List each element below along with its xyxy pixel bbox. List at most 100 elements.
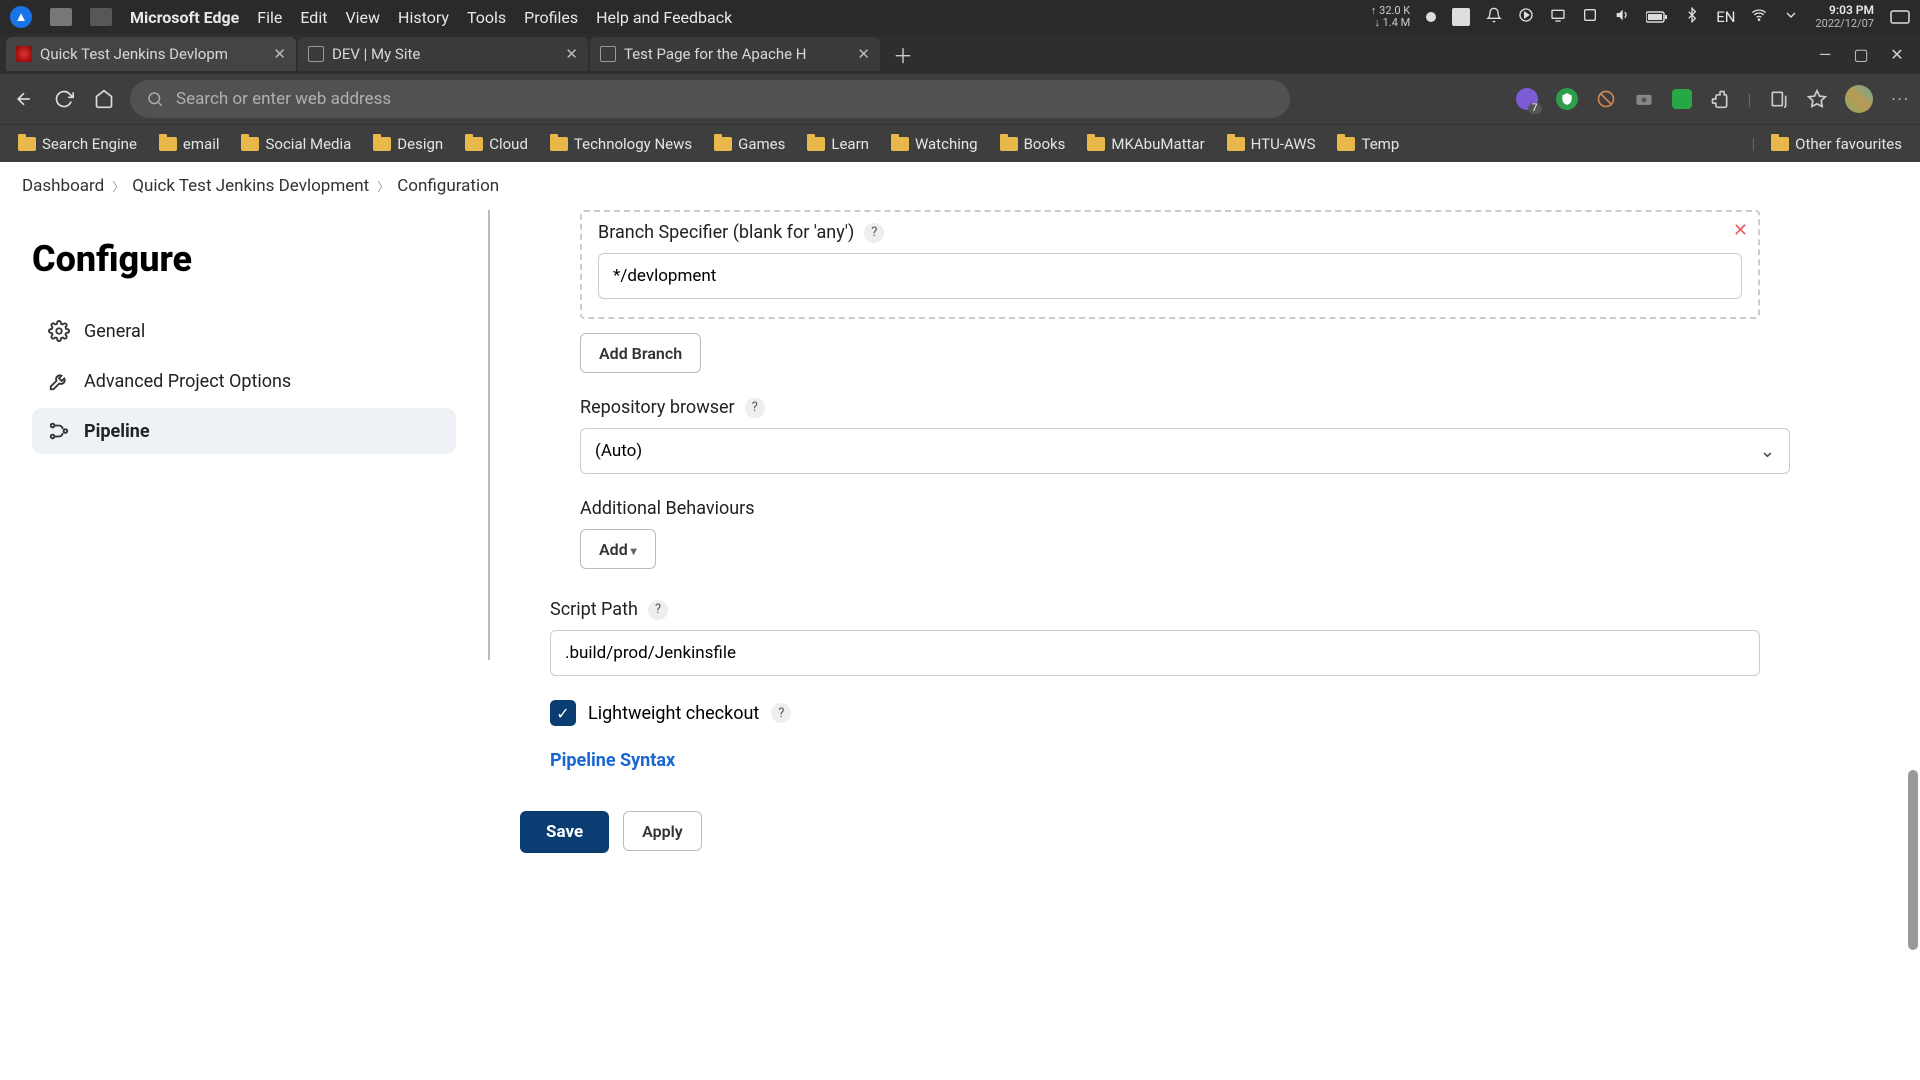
collections-button[interactable] (1769, 89, 1789, 109)
tab-title: DEV | My Site (332, 45, 557, 63)
search-icon (146, 90, 164, 108)
bookmark-learn[interactable]: Learn (801, 131, 875, 157)
repo-browser-select[interactable]: (Auto) ⌄ (580, 428, 1790, 474)
apply-button[interactable]: Apply (623, 811, 702, 851)
sidebar-item-pipeline[interactable]: Pipeline (32, 408, 456, 454)
chevron-down-icon: ⌄ (1760, 441, 1775, 462)
pipeline-syntax-link[interactable]: Pipeline Syntax (550, 750, 675, 771)
new-tab-button[interactable]: ＋ (888, 39, 918, 69)
close-icon[interactable]: ✕ (273, 45, 286, 63)
menu-tools[interactable]: Tools (467, 8, 506, 27)
bookmark-social-media[interactable]: Social Media (235, 131, 357, 157)
refresh-button[interactable] (50, 85, 78, 113)
maximize-button[interactable]: ▢ (1846, 40, 1876, 68)
folder-icon (159, 137, 177, 151)
favorites-button[interactable] (1807, 89, 1827, 109)
bookmark-technology-news[interactable]: Technology News (544, 131, 698, 157)
extension-green-icon[interactable] (1672, 89, 1692, 109)
page-favicon-icon (308, 46, 324, 62)
tray-icon[interactable] (1582, 7, 1598, 27)
bookmark-temp[interactable]: Temp (1331, 131, 1405, 157)
branch-specifier-input[interactable] (598, 253, 1742, 299)
app-name: Microsoft Edge (130, 8, 239, 27)
bookmark-htu-aws[interactable]: HTU-AWS (1221, 131, 1322, 157)
extension-camera-icon[interactable] (1634, 89, 1654, 109)
minimize-button[interactable]: — (1810, 40, 1840, 68)
tab-apache[interactable]: Test Page for the Apache H ✕ (590, 37, 880, 71)
address-bar[interactable]: Search or enter web address (130, 80, 1290, 118)
jenkins-favicon-icon (16, 46, 32, 62)
notifications-icon[interactable] (1486, 7, 1502, 27)
extension-badge: 7 (1528, 103, 1542, 114)
save-button[interactable]: Save (520, 811, 609, 853)
app-logo-icon: ▲ (10, 6, 32, 28)
page-favicon-icon (600, 46, 616, 62)
bookmark-books[interactable]: Books (994, 131, 1072, 157)
folder-icon (714, 137, 732, 151)
help-icon[interactable]: ? (745, 398, 765, 418)
sidebar-item-advanced[interactable]: Advanced Project Options (32, 358, 456, 404)
script-path-input[interactable] (550, 630, 1760, 676)
browser-toolbar: Search or enter web address 7 | ··· (0, 74, 1920, 124)
input-lang[interactable]: EN (1716, 8, 1735, 26)
tray-square-icon[interactable] (1452, 8, 1470, 26)
wrench-icon (48, 370, 70, 392)
menu-history[interactable]: History (398, 8, 449, 27)
extension-shield-icon[interactable] (1556, 88, 1578, 110)
tab-dev-mysite[interactable]: DEV | My Site ✕ (298, 37, 588, 71)
help-icon[interactable]: ? (771, 703, 791, 723)
menu-file[interactable]: File (257, 8, 282, 27)
additional-behaviours-label: Additional Behaviours (580, 498, 755, 519)
close-icon[interactable]: ✕ (565, 45, 578, 63)
more-button[interactable]: ··· (1891, 90, 1910, 109)
extensions-button[interactable] (1710, 89, 1730, 109)
extension-rewards-icon[interactable]: 7 (1516, 88, 1538, 110)
menu-view[interactable]: View (345, 8, 380, 27)
bookmarks-bar: Search Engine email Social Media Design … (0, 124, 1920, 162)
bookmark-games[interactable]: Games (708, 131, 791, 157)
profile-avatar[interactable] (1845, 85, 1873, 113)
sidebar-item-general[interactable]: General (32, 308, 456, 354)
bookmark-mkabumattar[interactable]: MKAbuMattar (1081, 131, 1210, 157)
help-icon[interactable]: ? (864, 223, 884, 243)
extension-adblock-icon[interactable] (1596, 89, 1616, 109)
tree-line (488, 210, 490, 660)
wifi-icon[interactable] (1751, 7, 1767, 27)
close-icon[interactable]: ✕ (857, 45, 870, 63)
home-button[interactable] (90, 85, 118, 113)
bookmark-design[interactable]: Design (367, 131, 449, 157)
menu-profiles[interactable]: Profiles (524, 8, 578, 27)
bluetooth-icon[interactable] (1684, 7, 1700, 27)
chevron-right-icon: 〉 (112, 178, 124, 195)
scrollbar-thumb[interactable] (1908, 770, 1918, 950)
display-icon[interactable] (1550, 7, 1566, 27)
close-window-button[interactable]: ✕ (1882, 40, 1912, 68)
menu-help[interactable]: Help and Feedback (596, 8, 732, 27)
tab-jenkins[interactable]: Quick Test Jenkins Devlopm ✕ (6, 37, 296, 71)
mac-menubar: ▲ Microsoft Edge File Edit View History … (0, 0, 1920, 34)
bookmark-watching[interactable]: Watching (885, 131, 984, 157)
add-behaviour-button[interactable]: Add (580, 529, 656, 569)
back-button[interactable] (10, 85, 38, 113)
volume-icon[interactable] (1614, 7, 1630, 27)
breadcrumb-project[interactable]: Quick Test Jenkins Devlopment (132, 176, 369, 196)
breadcrumb-dashboard[interactable]: Dashboard (22, 176, 104, 196)
help-icon[interactable]: ? (648, 600, 668, 620)
bookmark-other-favourites[interactable]: Other favourites (1765, 131, 1908, 157)
breadcrumb-configuration[interactable]: Configuration (397, 176, 499, 196)
remove-branch-button[interactable]: ✕ (1733, 220, 1748, 241)
add-branch-button[interactable]: Add Branch (580, 333, 701, 373)
record-icon[interactable] (1518, 7, 1534, 27)
menu-edit[interactable]: Edit (300, 8, 327, 27)
clock[interactable]: 9:03 PM 2022/12/07 (1815, 4, 1874, 29)
control-center-icon[interactable] (1890, 10, 1910, 24)
bookmark-email[interactable]: email (153, 131, 226, 157)
chevron-down-icon[interactable] (1783, 7, 1799, 27)
bookmark-search-engine[interactable]: Search Engine (12, 131, 143, 157)
lightweight-checkbox[interactable]: ✓ (550, 700, 576, 726)
battery-icon[interactable] (1646, 11, 1668, 23)
bookmark-cloud[interactable]: Cloud (459, 131, 534, 157)
window-preview-icon (90, 8, 112, 26)
address-placeholder: Search or enter web address (176, 89, 391, 109)
status-dot-icon (1426, 12, 1436, 22)
